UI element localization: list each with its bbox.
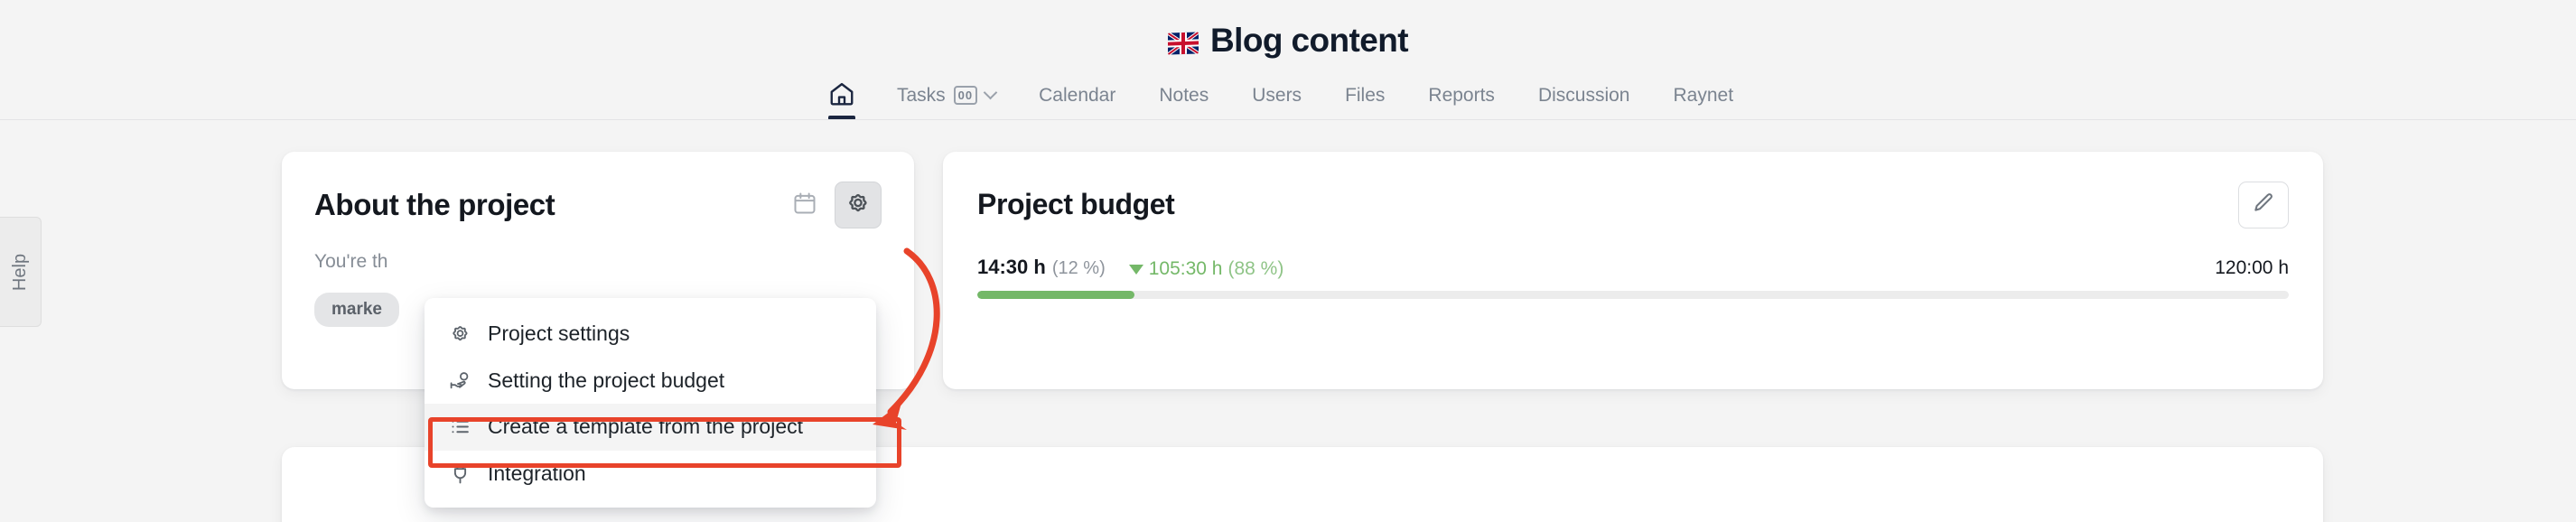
nav-item-tasks[interactable]: Tasks 00 (875, 85, 1017, 120)
edit-budget-button[interactable] (2238, 182, 2289, 228)
about-card-description: You're th (314, 251, 388, 272)
budget-progress-bar (977, 290, 2289, 299)
uk-flag-icon (1168, 31, 1199, 55)
nav-item-users[interactable]: Users (1230, 86, 1323, 120)
calendar-icon (792, 191, 817, 220)
menu-item-create-template-from-project[interactable]: Create a template from the project (425, 404, 876, 451)
triangle-down-icon (1128, 265, 1143, 275)
calendar-button[interactable] (784, 184, 826, 226)
about-card-header: About the project (314, 182, 882, 228)
tasks-count-badge: 00 (953, 86, 978, 105)
budget-remaining: 105:30 h (88 %) (1128, 257, 1284, 280)
nav-item-raynet[interactable]: Raynet (1651, 86, 1755, 120)
tag-item[interactable]: marke (314, 293, 399, 328)
nav-item-files-label: Files (1345, 85, 1386, 106)
budget-used-value: 14:30 h (977, 256, 1046, 278)
project-budget-card: Project budget 14:30 h (12 %) 105:30 h (… (943, 152, 2323, 389)
gear-icon (448, 322, 471, 346)
plug-icon (448, 462, 471, 486)
hand-coin-icon (448, 368, 471, 392)
project-settings-dropdown: Project settings Setting the project bud… (425, 298, 876, 508)
nav-item-notes[interactable]: Notes (1137, 86, 1230, 120)
page-title-text: Blog content (1210, 22, 1408, 59)
pencil-icon (2252, 191, 2275, 219)
budget-progress-fill (977, 290, 1135, 299)
main-nav: Tasks 00 Calendar Notes Users Files Repo… (0, 80, 2576, 120)
nav-item-reports-label: Reports (1428, 85, 1495, 106)
about-card-title: About the project (314, 187, 555, 221)
nav-item-tasks-label: Tasks (896, 85, 946, 106)
help-tab-label: Help (9, 253, 30, 291)
app-header: Blog content Tasks 00 Calendar Notes Use… (0, 0, 2576, 120)
budget-card-header: Project budget (977, 182, 2289, 228)
menu-item-integration[interactable]: Integration (425, 451, 876, 498)
menu-item-setting-project-budget[interactable]: Setting the project budget (425, 358, 876, 405)
home-icon (828, 80, 855, 107)
menu-item-label: Create a template from the project (488, 415, 803, 439)
nav-item-home[interactable] (821, 80, 875, 120)
budget-remaining-value: 105:30 h (1148, 257, 1223, 279)
nav-item-discussion-label: Discussion (1537, 85, 1630, 106)
project-settings-gear-button[interactable] (835, 182, 882, 228)
nav-item-discussion[interactable]: Discussion (1517, 86, 1652, 120)
nav-item-reports[interactable]: Reports (1406, 86, 1517, 120)
menu-item-label: Integration (488, 461, 586, 485)
nav-item-raynet-label: Raynet (1673, 85, 1734, 106)
budget-total-value: 120:00 h (2215, 257, 2289, 278)
gear-icon (845, 190, 872, 221)
nav-item-files[interactable]: Files (1323, 86, 1406, 120)
chevron-down-icon[interactable] (983, 85, 998, 100)
budget-used-percent: (12 %) (1051, 258, 1106, 278)
list-icon (448, 415, 471, 439)
budget-remaining-percent: (88 %) (1227, 257, 1284, 279)
budget-stats: 14:30 h (12 %) 105:30 h (88 %) 120:00 h (977, 256, 2289, 280)
nav-item-users-label: Users (1252, 85, 1302, 106)
menu-item-label: Setting the project budget (488, 368, 725, 392)
nav-item-notes-label: Notes (1159, 85, 1209, 106)
nav-item-calendar[interactable]: Calendar (1017, 86, 1137, 120)
menu-item-label: Project settings (488, 322, 630, 345)
menu-item-project-settings[interactable]: Project settings (425, 311, 876, 358)
content-area: About the project You're th marke Projec… (0, 152, 2576, 522)
budget-card-title: Project budget (977, 188, 1175, 221)
nav-item-calendar-label: Calendar (1039, 85, 1116, 106)
nav-divider (0, 119, 2576, 120)
page-title: Blog content (0, 23, 2576, 57)
help-tab[interactable]: Help (0, 217, 42, 327)
